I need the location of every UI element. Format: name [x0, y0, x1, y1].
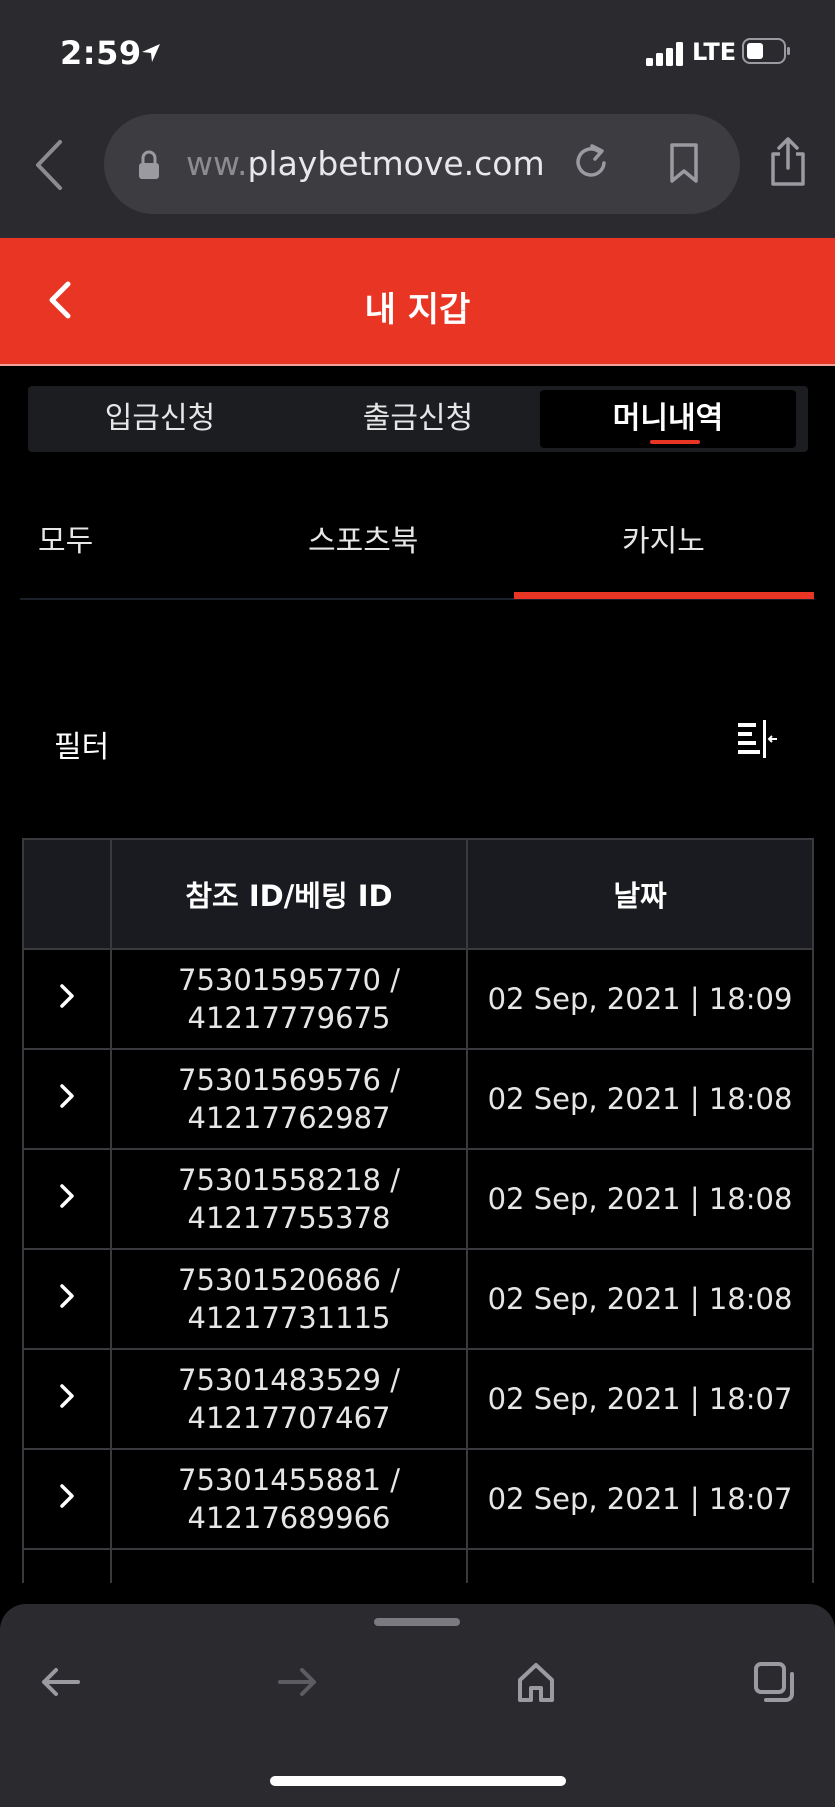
bookmark-icon[interactable]: [668, 142, 700, 184]
table-row[interactable]: 75301483529 / 41217707467 02 Sep, 2021 | …: [22, 1348, 814, 1450]
bet-id: 41217762987: [187, 1101, 391, 1135]
id-cell: 75301455881 / 41217689966: [110, 1448, 468, 1550]
date-cell: 02 Sep, 2021 | 18:08: [466, 1148, 814, 1250]
table-row[interactable]: 75301455881 / 41217689966 02 Sep, 2021 | …: [22, 1448, 814, 1550]
tab-casino[interactable]: 카지노: [622, 516, 705, 560]
bet-id: 41217755378: [187, 1201, 391, 1235]
date-cell: 02 Sep, 2021 | 18:07: [466, 1448, 814, 1550]
ref-id: 75301558218 /: [178, 1163, 400, 1197]
tab-all[interactable]: 모두: [38, 516, 93, 560]
tab-active-indicator: [514, 592, 814, 599]
expand-cell[interactable]: [22, 1148, 112, 1250]
segment-deposit[interactable]: 입금신청: [32, 390, 288, 448]
segment-money-history-label: 머니내역: [612, 401, 724, 436]
toolbar-grabber[interactable]: [374, 1618, 460, 1626]
bet-id: 41217779675: [187, 1001, 391, 1035]
signal-icon: [646, 42, 683, 66]
back-icon[interactable]: [32, 138, 66, 192]
url-prefix: ww.: [186, 144, 248, 183]
expand-cell[interactable]: [22, 1348, 112, 1450]
share-icon[interactable]: [768, 136, 808, 188]
bet-id: 41217731115: [187, 1301, 391, 1335]
ref-id: 75301483529 /: [178, 1363, 400, 1397]
table-header-row: 참조 ID/베팅 ID 날짜: [22, 838, 814, 950]
filter-label: 필터: [54, 730, 110, 765]
chevron-right-icon[interactable]: [59, 1083, 75, 1109]
table-row[interactable]: 75301558218 / 41217755378 02 Sep, 2021 | …: [22, 1148, 814, 1250]
chevron-right-icon[interactable]: [59, 1483, 75, 1509]
battery-icon: [742, 38, 790, 64]
expand-cell[interactable]: [22, 1548, 112, 1583]
ref-id: 75301455881 /: [178, 1463, 400, 1497]
ref-id: 75301520686 /: [178, 1263, 400, 1297]
arrow-left-icon[interactable]: [38, 1660, 82, 1704]
home-icon[interactable]: [514, 1660, 558, 1704]
segment-active-indicator: [650, 440, 700, 444]
page-title: 내 지갑: [364, 290, 471, 330]
tabs-icon[interactable]: [752, 1660, 796, 1704]
wallet-segment-control: 입금신청 출금신청 머니내역: [28, 386, 808, 452]
table-row[interactable]: 75301520686 / 41217731115 02 Sep, 2021 | …: [22, 1248, 814, 1350]
chevron-right-icon[interactable]: [59, 1283, 75, 1309]
id-cell: 75301441578 /: [110, 1548, 468, 1583]
url-text[interactable]: ww.playbetmove.com: [186, 144, 545, 183]
bet-id: 41217707467: [187, 1401, 391, 1435]
expand-cell[interactable]: [22, 1248, 112, 1350]
header-date: 날짜: [466, 838, 814, 950]
expand-cell[interactable]: [22, 1048, 112, 1150]
chevron-right-icon[interactable]: [59, 1183, 75, 1209]
id-cell: 75301569576 / 41217762987: [110, 1048, 468, 1150]
filter-sort-icon[interactable]: [736, 720, 778, 758]
tab-sportsbook[interactable]: 스포츠북: [308, 516, 418, 560]
ref-id: 75301595770 /: [178, 963, 400, 997]
reload-icon[interactable]: [570, 142, 612, 184]
location-arrow-icon: [142, 44, 160, 62]
chevron-right-icon[interactable]: [59, 983, 75, 1009]
segment-money-history[interactable]: 머니내역: [540, 390, 796, 448]
header-expand: [22, 838, 112, 950]
ref-id: 75301441578 /: [113, 1580, 465, 1583]
date-cell: 02 Sep, 2021 | 18:07: [466, 1348, 814, 1450]
transactions-table: 참조 ID/베팅 ID 날짜 75301595770 / 41217779675 …: [22, 838, 814, 1583]
id-cell: 75301595770 / 41217779675: [110, 948, 468, 1050]
home-indicator: [270, 1776, 566, 1786]
table-row[interactable]: 75301569576 / 41217762987 02 Sep, 2021 | …: [22, 1048, 814, 1150]
status-time: 2:59: [60, 34, 142, 72]
expand-cell[interactable]: [22, 948, 112, 1050]
date-cell: [466, 1548, 814, 1583]
bet-id: 41217689966: [187, 1501, 391, 1535]
date-cell: 02 Sep, 2021 | 18:08: [466, 1248, 814, 1350]
header-ref-id: 참조 ID/베팅 ID: [110, 838, 468, 950]
expand-cell[interactable]: [22, 1448, 112, 1550]
chevron-right-icon[interactable]: [59, 1383, 75, 1409]
date-cell: 02 Sep, 2021 | 18:08: [466, 1048, 814, 1150]
ref-id: 75301569576 /: [178, 1063, 400, 1097]
lock-icon: [139, 150, 159, 179]
network-label: LTE: [692, 38, 737, 66]
table-row[interactable]: 75301595770 / 41217779675 02 Sep, 2021 | …: [22, 948, 814, 1050]
table-row[interactable]: 75301441578 /: [22, 1548, 814, 1583]
url-domain: playbetmove.com: [247, 144, 545, 183]
arrow-right-icon[interactable]: [276, 1660, 320, 1704]
date-cell: 02 Sep, 2021 | 18:09: [466, 948, 814, 1050]
id-cell: 75301520686 / 41217731115: [110, 1248, 468, 1350]
id-cell: 75301558218 / 41217755378: [110, 1148, 468, 1250]
segment-withdraw[interactable]: 출금신청: [290, 390, 546, 448]
id-cell: 75301483529 / 41217707467: [110, 1348, 468, 1450]
